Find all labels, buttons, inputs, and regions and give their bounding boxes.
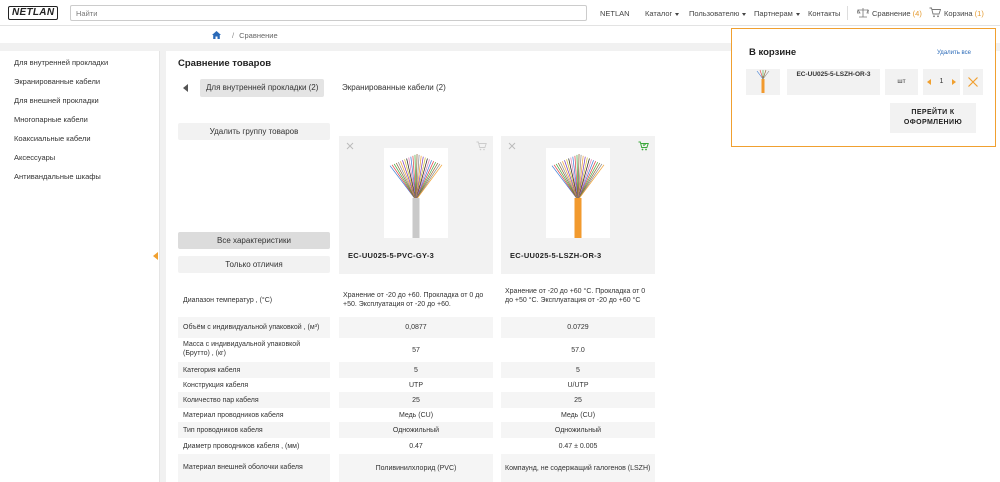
spec-value: Медь (CU) <box>398 412 434 419</box>
spec-value: Хранение от -20 до +60. Прокладка от 0 д… <box>343 292 484 308</box>
table-row: Объём с индивидуальной упаковкой , (м³) 0… <box>178 317 655 338</box>
spec-label: Диаметр проводников кабеля , (мм) <box>183 443 300 450</box>
product-card[interactable]: EC-UU025-5-PVC-GY-3 <box>339 136 493 274</box>
add-to-cart-icon[interactable] <box>476 141 487 153</box>
cart-link[interactable]: Корзина (1) <box>944 9 984 18</box>
remove-item-button[interactable] <box>963 69 983 95</box>
spec-value: Хранение от -20 до +60 °С. Прокладка от … <box>505 288 646 304</box>
top-header: NETLAN NETLAN Каталог Пользователю Партн… <box>0 0 1000 26</box>
remove-compare-icon[interactable] <box>508 142 516 150</box>
checkout-button[interactable]: ПЕРЕЙТИ К ОФОРМЛЕНИЮ <box>890 103 976 133</box>
cart-popup: В корзине Удалить все EC-UU025-5-LSZH-OR… <box>731 28 996 147</box>
remove-compare-icon[interactable] <box>346 142 354 150</box>
table-row: Тип проводников кабеля Одножильный Одножил… <box>178 422 655 438</box>
sidebar-item-shielded[interactable]: Экранированные кабели <box>14 77 100 86</box>
breadcrumb: / Сравнение <box>212 31 278 41</box>
table-row: Конструкция кабеля UTP U/UTP <box>178 378 654 392</box>
tab-shielded[interactable]: Экранированные кабели (2) <box>336 79 452 97</box>
product-name[interactable]: EC-UU025-5-PVC-GY-3 <box>348 251 434 260</box>
spec-label: Диапазон температур , (°С) <box>183 297 273 304</box>
spec-label: Количество пар кабеля <box>183 397 259 404</box>
sidebar-item-outdoor[interactable]: Для внешней прокладки <box>14 96 99 105</box>
product-image[interactable] <box>384 148 448 238</box>
chevron-down-icon <box>795 12 800 16</box>
spec-value: Медь (CU) <box>560 412 596 419</box>
tab-indoor[interactable]: Для внутренней прокладки (2) <box>200 79 325 97</box>
spec-label: Материал внешней оболочки кабеля <box>183 464 303 471</box>
table-row: Количество пар кабеля 25 25 <box>178 392 655 408</box>
table-row: Материал проводников кабеля Медь (CU) Медь… <box>178 408 654 422</box>
scales-icon[interactable] <box>856 7 871 20</box>
nav-contacts[interactable]: Контакты <box>808 9 840 18</box>
quantity-stepper: 1 <box>923 69 960 95</box>
spec-value: 57.0 <box>571 347 585 354</box>
product-name[interactable]: EC-UU025-5-LSZH-OR-3 <box>510 251 601 260</box>
spec-value: 5 <box>414 367 418 374</box>
page-title: Сравнение товаров <box>178 58 272 69</box>
breadcrumb-current: Сравнение <box>239 31 278 40</box>
product-image[interactable] <box>546 148 610 238</box>
product-card[interactable]: EC-UU025-5-LSZH-OR-3 <box>501 136 655 274</box>
spec-value: 57 <box>412 347 420 354</box>
in-cart-icon[interactable] <box>638 141 649 153</box>
spec-label: Материал проводников кабеля <box>183 412 284 419</box>
sidebar-collapse-arrow-icon[interactable] <box>153 252 158 260</box>
netlan-logo[interactable]: NETLAN <box>8 6 59 20</box>
spec-value: Одножильный <box>554 427 602 434</box>
gutter <box>160 51 166 482</box>
table-row: Диапазон температур , (°С) Хранение от -2… <box>178 283 654 317</box>
only-differences-button[interactable]: Только отличия <box>178 256 330 273</box>
table-row: Материал внешней оболочки кабеля Поливини… <box>178 454 655 482</box>
spec-label: Конструкция кабеля <box>183 382 249 389</box>
sidebar-item-accessories[interactable]: Аксессуары <box>14 153 55 162</box>
sidebar-item-multipair[interactable]: Многопарные кабели <box>14 115 88 124</box>
spec-label: Тип проводников кабеля <box>183 427 263 434</box>
increase-qty-icon[interactable] <box>952 79 956 85</box>
cart-item-thumbnail[interactable] <box>746 69 780 95</box>
spec-value: U/UTP <box>567 382 589 389</box>
spec-label: Объём с индивидуальной упаковкой , (м³) <box>183 324 320 331</box>
sidebar: Для внутренней прокладки Экранированные … <box>0 51 160 482</box>
tabs-prev-arrow-icon[interactable] <box>183 84 188 92</box>
nav-catalog[interactable]: Каталог <box>645 9 680 18</box>
spec-label: Категория кабеля <box>183 367 241 374</box>
all-specs-button[interactable]: Все характеристики <box>178 232 330 249</box>
nav-user[interactable]: Пользователю <box>689 9 747 18</box>
sidebar-item-cabinets[interactable]: Антивандальные шкафы <box>14 172 101 181</box>
table-row: Масса с индивидуальной упаковкой (Брутто… <box>178 338 654 362</box>
delete-group-button[interactable]: Удалить группу товаров <box>178 123 330 140</box>
cart-item-name[interactable]: EC-UU025-5-LSZH-OR-3 <box>787 69 880 95</box>
spec-label: Масса с индивидуальной упаковкой (Брутто… <box>183 341 301 357</box>
spec-value: Одножильный <box>392 427 440 434</box>
clear-cart-link[interactable]: Удалить все <box>937 50 971 56</box>
search-input[interactable] <box>70 5 587 21</box>
spec-value: 0.0729 <box>567 324 589 331</box>
nav-netlan[interactable]: NETLAN <box>600 9 630 18</box>
spec-value: Компаунд, не содержащий галогенов (LSZH) <box>505 465 651 472</box>
spec-value: UTP <box>409 382 423 389</box>
spec-value: 25 <box>412 397 420 404</box>
spec-value: 0,0877 <box>405 324 427 331</box>
chevron-down-icon <box>742 12 747 16</box>
cart-popup-title: В корзине <box>749 47 797 58</box>
table-row: Диаметр проводников кабеля , (мм) 0.47 0.4… <box>178 438 654 454</box>
chevron-down-icon <box>675 12 680 16</box>
sidebar-item-indoor[interactable]: Для внутренней прокладки <box>14 58 108 67</box>
compare-link[interactable]: Сравнение (4) <box>872 9 922 18</box>
spec-value: 25 <box>574 397 582 404</box>
spec-value: 5 <box>576 367 580 374</box>
cart-item-unit: шт <box>885 69 918 95</box>
home-icon[interactable] <box>212 31 221 41</box>
sidebar-item-coaxial[interactable]: Коаксиальные кабели <box>14 134 91 143</box>
nav-partners[interactable]: Партнерам <box>754 9 800 18</box>
table-row: Категория кабеля 5 5 <box>178 362 655 378</box>
close-icon <box>968 77 978 87</box>
spec-value: Поливинилхлорид (PVC) <box>375 465 457 472</box>
spec-value: 0.47 <box>409 443 423 450</box>
cart-icon[interactable] <box>929 7 942 20</box>
spec-value: 0.47 ± 0.005 <box>558 443 598 450</box>
divider <box>847 6 848 20</box>
